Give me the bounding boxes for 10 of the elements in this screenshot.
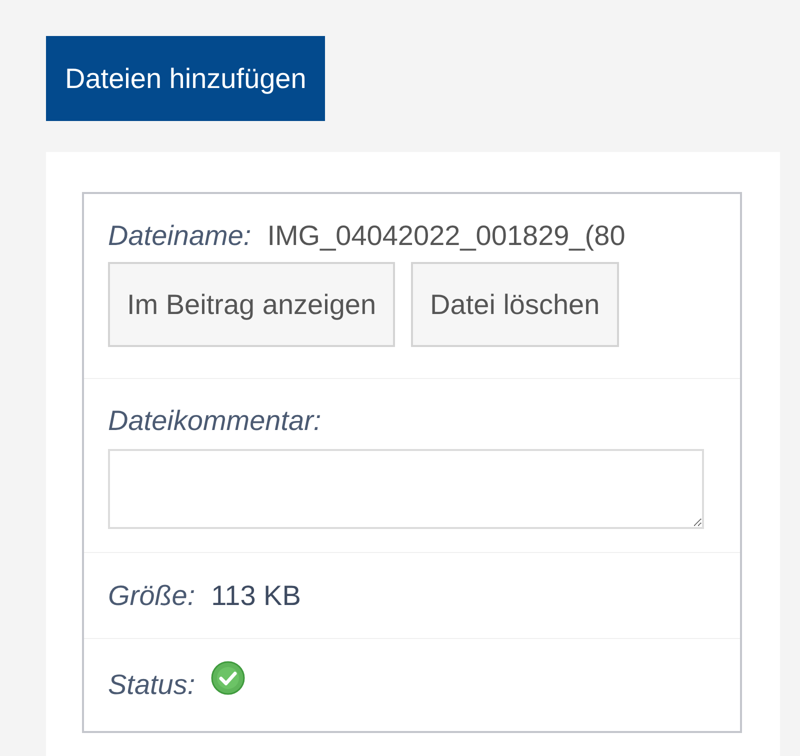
comment-label: Dateikommentar: <box>108 405 322 436</box>
size-value: 113 KB <box>211 580 301 612</box>
file-action-button[interactable]: Datei löschen <box>411 262 619 347</box>
add-files-button[interactable]: Dateien hinzufügen <box>46 36 326 121</box>
size-label: Größe: <box>108 580 196 612</box>
status-label: Status: <box>108 669 196 701</box>
file-action-button[interactable]: Im Beitrag anzeigen <box>108 262 396 347</box>
filename-value: IMG_04042022_001829_(80 <box>267 220 626 252</box>
filename-label: Dateiname: <box>108 220 252 252</box>
comment-field[interactable] <box>108 449 704 529</box>
